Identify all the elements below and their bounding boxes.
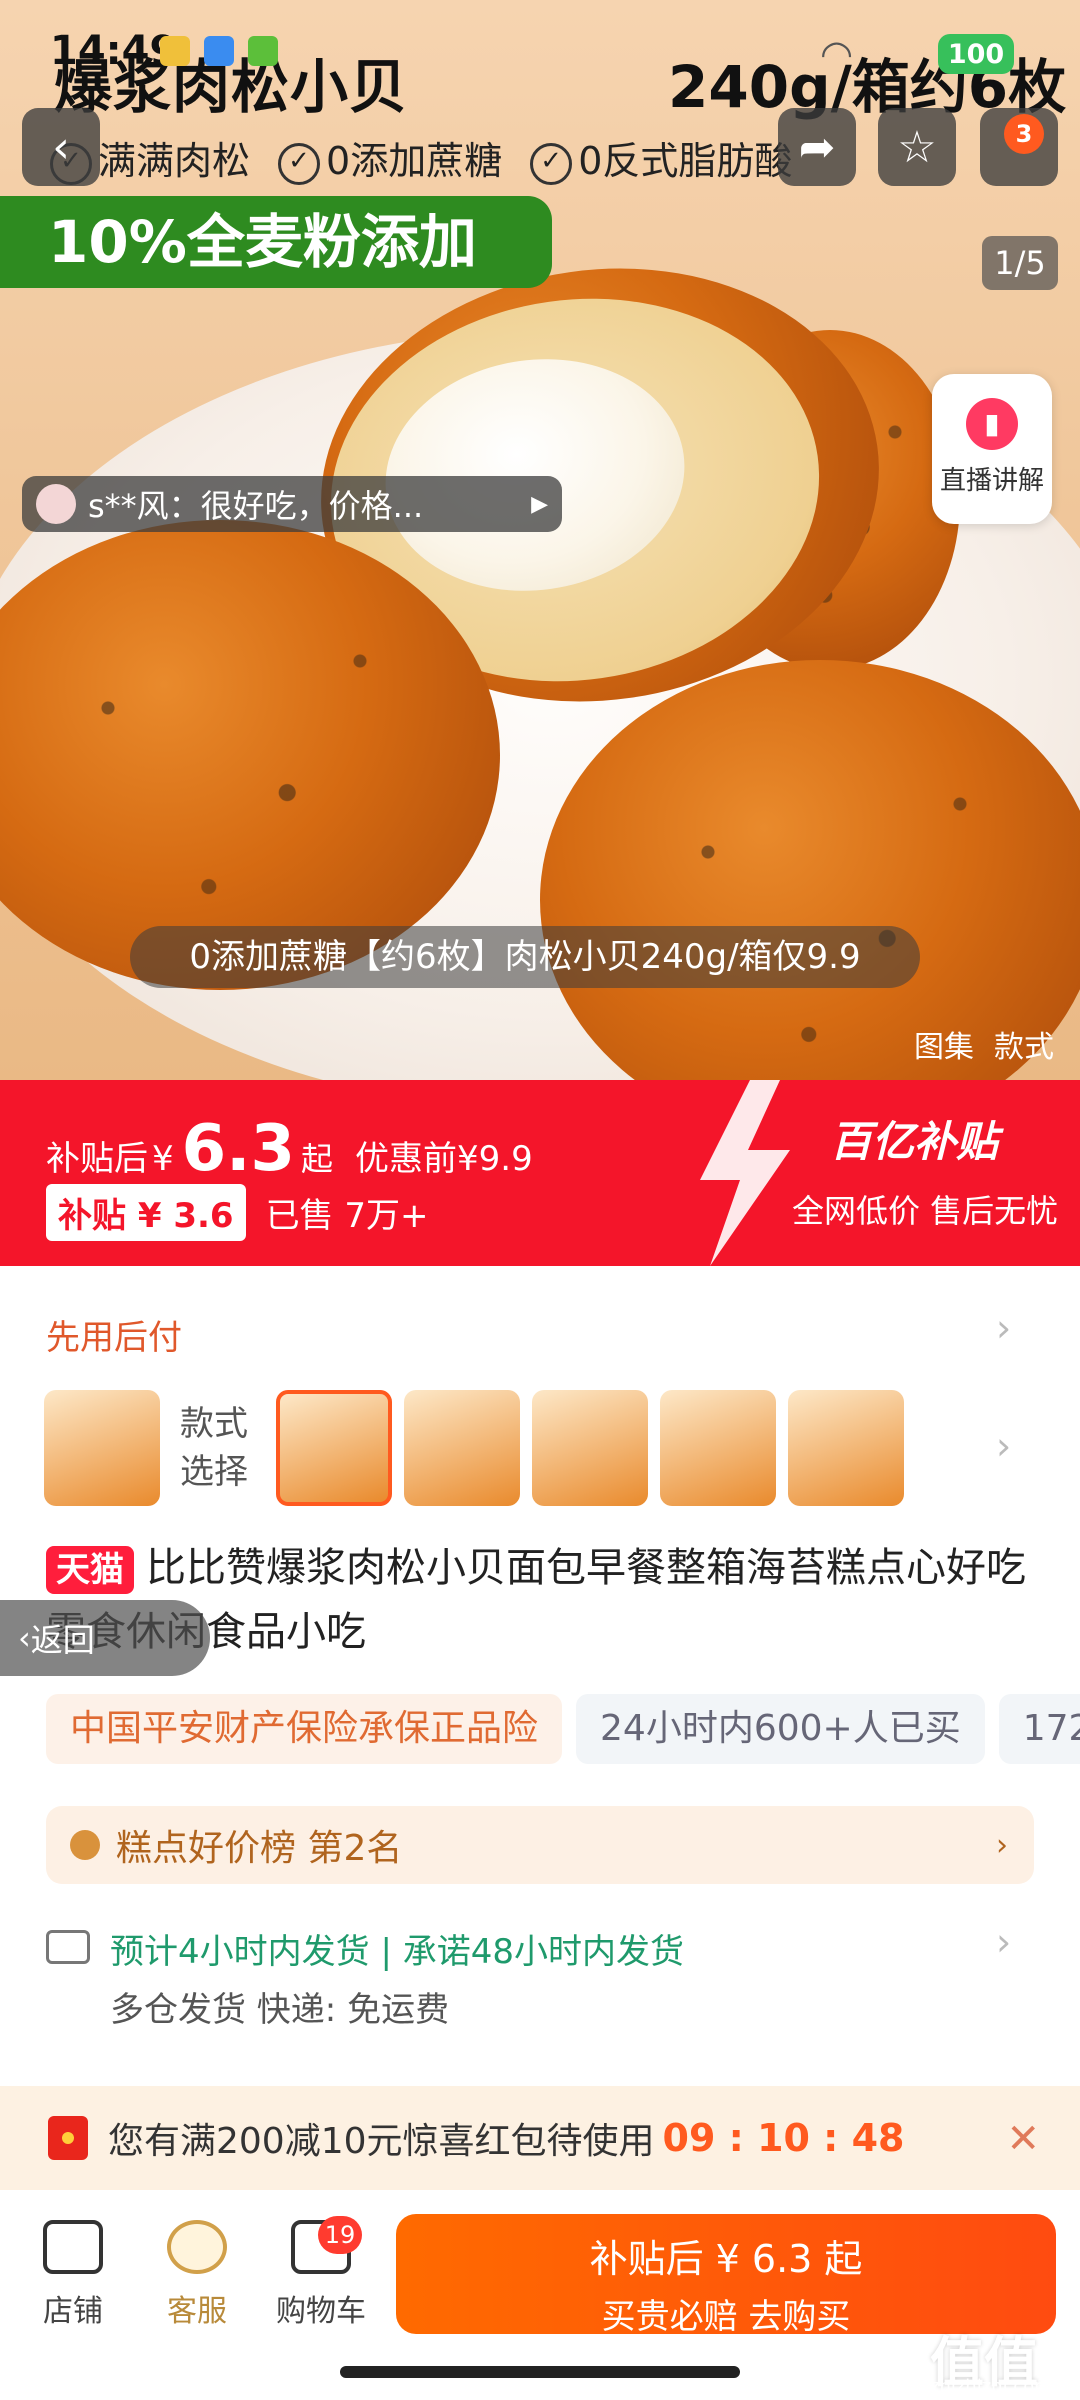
wifi-icon: ◠ — [820, 32, 854, 76]
play-icon: ▶ — [531, 491, 548, 517]
image-caption: 0添加蔗糖【约6枚】肉松小贝240g/箱仅9.9 — [130, 926, 920, 988]
product-page: { "status":{"time":"14:49","battery":"10… — [0, 0, 1080, 2400]
chevron-right-icon[interactable]: › — [996, 1306, 1011, 1350]
price-value: 6.3 — [181, 1112, 296, 1186]
variant-thumbnail[interactable] — [532, 1390, 648, 1506]
campaign-title: 百亿补贴 — [830, 1117, 999, 1166]
service-label: 客服 — [167, 2294, 227, 2329]
star-icon: ☆ — [897, 121, 937, 173]
shop-tab[interactable]: 店铺 — [18, 2220, 128, 2330]
variant-thumbnail[interactable] — [276, 1390, 392, 1506]
tab-gallery[interactable]: 图集 — [914, 1030, 974, 1065]
return-label: 返回 — [30, 1621, 95, 1659]
price-line: 补贴后 ¥ 6.3 起 优惠前¥9.9 — [46, 1112, 533, 1186]
variant-thumbnail[interactable] — [404, 1390, 520, 1506]
subsidy-line: 补贴 ¥ 3.6 已售 7万+ — [46, 1184, 429, 1241]
shop-label: 店铺 — [43, 2294, 103, 2329]
app-icon — [160, 36, 190, 66]
coupon-text: 您有满200减10元惊喜红包待使用 — [108, 2121, 655, 2162]
feature-list: 满满肉松 0添加蔗糖 0反式脂肪酸 — [50, 130, 792, 185]
cart-label: 购物车 — [276, 2294, 366, 2329]
share-button[interactable]: ➦ — [778, 108, 856, 186]
price-before: 优惠前¥9.9 — [355, 1139, 533, 1179]
ranking-text: 糕点好价榜 第2名 — [116, 1828, 403, 1869]
back-button[interactable]: ‹ — [22, 108, 100, 186]
review-text: s**风：很好吃，价格... — [88, 487, 424, 525]
chevron-right-icon[interactable]: › — [996, 1920, 1011, 1964]
watermark-url: zhizhizhi.com — [930, 2376, 1052, 2397]
buy-price: 补贴后 ¥ 6.3 起 — [589, 2237, 863, 2281]
ranking-row[interactable]: 糕点好价榜 第2名 › — [46, 1806, 1034, 1884]
live-explain-button[interactable]: ▮ 直播讲解 — [932, 374, 1052, 524]
tab-styles[interactable]: 款式 — [994, 1030, 1054, 1065]
notification-badge: 3 — [1004, 114, 1044, 154]
buy-button[interactable]: 补贴后 ¥ 6.3 起 买贵必赔 去购买 — [396, 2214, 1056, 2337]
return-button[interactable]: ‹ 返回 — [0, 1600, 210, 1676]
shipping-time: 预计4小时内发货 | 承诺48小时内发货 — [110, 1932, 684, 1972]
battery-indicator: 100 — [938, 34, 1014, 74]
price-suffix: 起 — [301, 1140, 334, 1178]
red-packet-icon — [48, 2116, 88, 2160]
after-subsidy-label: 补贴后 — [46, 1139, 148, 1179]
variant-label: 款式 选择 — [180, 1404, 248, 1492]
coupon-strip[interactable]: 您有满200减10元惊喜红包待使用 09 : 10 : 48 ✕ — [0, 2086, 1080, 2190]
coupon-countdown: 09 : 10 : 48 — [662, 2116, 905, 2160]
live-label: 直播讲解 — [939, 466, 1044, 496]
insurance-chip[interactable]: 中国平安财产保险承保正品险 — [46, 1694, 563, 1764]
shop-icon — [43, 2220, 103, 2274]
feature-item: 0添加蔗糖 — [278, 130, 502, 185]
tmall-badge: 天猫 — [46, 1546, 134, 1594]
medal-icon — [70, 1830, 100, 1860]
chevron-left-icon: ‹ — [18, 1619, 31, 1657]
customer-service-icon — [167, 2220, 227, 2274]
close-icon[interactable]: ✕ — [1006, 2116, 1040, 2162]
home-indicator — [340, 2366, 740, 2378]
variant-selector[interactable]: 款式 选择 — [44, 1390, 904, 1506]
variant-thumbnail[interactable] — [660, 1390, 776, 1506]
android-icon — [248, 36, 278, 66]
feature-item: 0反式脂肪酸 — [530, 130, 792, 185]
image-counter: 1/5 — [982, 236, 1058, 290]
feature-banner: 10%全麦粉添加 — [0, 196, 552, 288]
lightning-icon — [700, 1080, 790, 1266]
sold-count: 已售 7万+ — [265, 1196, 429, 1236]
gallery-tabs: 图集 款式 — [894, 1022, 1054, 1066]
tag-chips: 中国平安财产保险承保正品险 24小时内600+人已买 172 — [46, 1694, 1080, 1764]
chevron-right-icon: › — [996, 1827, 1008, 1863]
variant-thumbnail[interactable] — [788, 1390, 904, 1506]
subsidy-badge: 补贴 ¥ 3.6 — [46, 1184, 246, 1241]
favorite-button[interactable]: ☆ — [878, 108, 956, 186]
service-tab[interactable]: 客服 — [142, 2220, 252, 2330]
chevron-right-icon[interactable]: › — [996, 1424, 1011, 1468]
shipping-method: 多仓发货 快递: 免运费 — [110, 1990, 450, 2030]
campaign-slogan: 全网低价 售后无忧 — [792, 1192, 1059, 1230]
status-icons — [160, 36, 278, 66]
pay-later[interactable]: 先用后付 — [46, 1310, 182, 1359]
share-icon: ➦ — [798, 121, 836, 173]
purchase-count-chip[interactable]: 24小时内600+人已买 — [576, 1694, 985, 1764]
currency: ¥ — [152, 1139, 174, 1179]
app-icon — [204, 36, 234, 66]
variant-thumbnail[interactable] — [44, 1390, 160, 1506]
truck-icon — [46, 1930, 90, 1964]
review-bubble[interactable]: s**风：很好吃，价格... ▶ — [22, 476, 562, 532]
cart-count-badge: 19 — [318, 2216, 362, 2254]
status-time: 14:49 — [50, 28, 178, 74]
chevron-left-icon: ‹ — [52, 121, 70, 173]
avatar — [36, 484, 76, 524]
live-icon: ▮ — [966, 398, 1018, 450]
more-chip[interactable]: 172 — [998, 1694, 1080, 1764]
